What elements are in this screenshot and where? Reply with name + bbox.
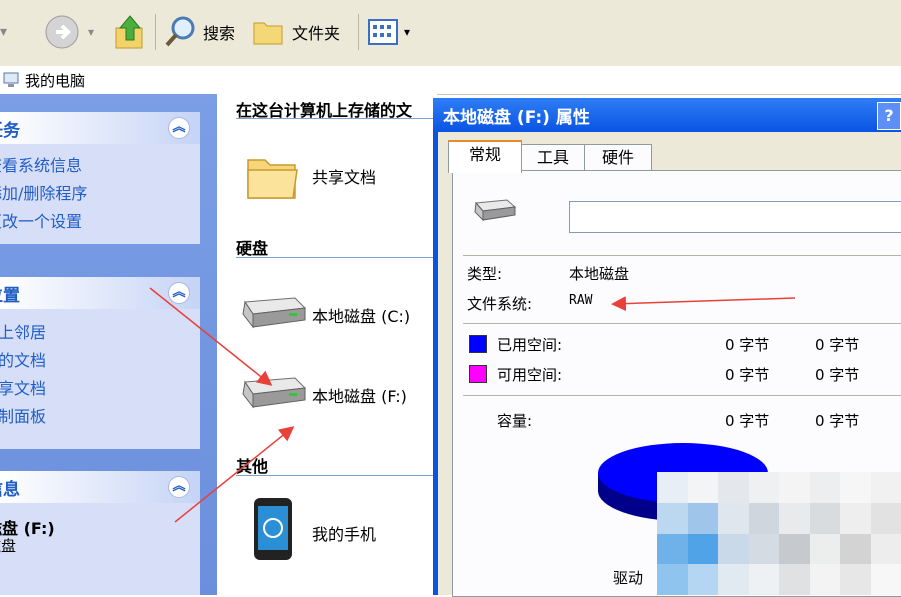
details-drive-type: 磁盘: [0, 537, 17, 555]
drive-f-label[interactable]: 本地磁盘 (F:): [312, 383, 407, 407]
search-label: 搜索: [203, 24, 236, 43]
filesystem-label: 文件系统:: [467, 295, 533, 313]
hard-drive-c-icon[interactable]: [239, 294, 307, 330]
tab-general[interactable]: 常规: [448, 140, 522, 173]
tasks-panel-title: 任务: [0, 120, 20, 141]
free-space-label: 可用空间:: [497, 366, 563, 384]
place-shared-documents[interactable]: 共享文档: [0, 375, 200, 403]
tab-tools[interactable]: 工具: [520, 144, 586, 171]
collapse-chevron-icon[interactable]: ︽: [168, 476, 190, 498]
dialog-title-bar[interactable]: 本地磁盘 (F:) 属性: [433, 98, 901, 132]
used-space-bytes: 0 字节: [725, 336, 770, 354]
type-label: 类型:: [467, 265, 503, 283]
volume-label-input[interactable]: [569, 201, 901, 233]
forward-button[interactable]: ▾: [42, 12, 94, 52]
free-space-swatch: [469, 365, 487, 383]
used-space-label: 已用空间:: [497, 336, 563, 354]
details-panel-header[interactable]: 信息 ︽: [0, 471, 200, 503]
task-change-setting[interactable]: 更改一个设置: [0, 208, 200, 236]
my-computer-icon: [3, 72, 19, 87]
places-panel: 位置 ︽ 网上邻居 我的文档 共享文档 控制面板: [0, 277, 200, 449]
drive-label: 驱动: [613, 569, 644, 587]
type-value: 本地磁盘: [569, 265, 630, 283]
capacity-label: 容量:: [497, 412, 533, 430]
places-panel-header[interactable]: 位置 ︽: [0, 277, 200, 309]
main-pane: 在这台计算机上存储的文 共享文档 硬盘 本地磁盘 (C:) 本地磁盘 (F:) …: [217, 94, 437, 595]
place-my-documents[interactable]: 我的文档: [0, 347, 200, 375]
task-pane: 任务 ︽ 查看系统信息 添加/删除程序 更改一个设置 位置 ︽ 网上邻居 我的文…: [0, 94, 217, 595]
back-button[interactable]: ▾: [0, 12, 7, 52]
folders-button[interactable]: 文件夹: [252, 12, 340, 52]
back-arrow-icon: ▾: [0, 24, 8, 40]
drive-c-label[interactable]: 本地磁盘 (C:): [312, 303, 410, 327]
folder-icon: [253, 22, 283, 45]
address-bar[interactable]: 我的电脑: [0, 66, 901, 95]
details-panel: 信息 ︽ 磁盘 (F:) 磁盘: [0, 471, 200, 595]
free-space-size: 0 字节: [815, 366, 860, 384]
task-add-remove-programs[interactable]: 添加/删除程序: [0, 180, 200, 208]
capacity-size: 0 字节: [815, 412, 860, 430]
tasks-panel-header[interactable]: 任务 ︽: [0, 112, 200, 144]
used-space-swatch: [469, 335, 487, 353]
toolbar: ▾ ▾ 搜索 文件夹 ▾: [0, 0, 901, 67]
free-space-bytes: 0 字节: [725, 366, 770, 384]
filesystem-value: RAW: [569, 293, 593, 308]
phone-label[interactable]: 我的手机: [312, 521, 376, 545]
help-button[interactable]: ?: [877, 102, 901, 130]
forward-arrow-icon: [45, 15, 79, 49]
place-control-panel[interactable]: 控制面板: [0, 403, 200, 431]
shared-folder-icon[interactable]: [245, 150, 301, 202]
shared-docs-label[interactable]: 共享文档: [312, 164, 376, 188]
group-hard-drives: 硬盘: [236, 239, 269, 258]
forward-dropdown-icon[interactable]: ▾: [88, 25, 94, 39]
pixelated-watermark: [657, 472, 901, 595]
places-panel-title: 位置: [0, 285, 20, 306]
collapse-chevron-icon[interactable]: ︽: [168, 117, 190, 139]
used-space-size: 0 字节: [815, 336, 860, 354]
up-folder-icon: [115, 15, 143, 49]
search-button[interactable]: 搜索: [163, 12, 235, 52]
place-network[interactable]: 网上邻居: [0, 319, 200, 347]
details-panel-title: 信息: [0, 479, 20, 500]
task-view-system-info[interactable]: 查看系统信息: [0, 152, 200, 180]
collapse-chevron-icon[interactable]: ︽: [168, 282, 190, 304]
up-folder-button[interactable]: [112, 12, 148, 52]
views-dropdown-icon: ▾: [404, 25, 411, 39]
tasks-panel: 任务 ︽ 查看系统信息 添加/删除程序 更改一个设置: [0, 112, 200, 244]
views-icon: [368, 19, 398, 45]
folders-label: 文件夹: [292, 24, 341, 43]
group-other: 其他: [236, 457, 269, 476]
dialog-title: 本地磁盘 (F:) 属性: [443, 107, 590, 128]
address-text: 我的电脑: [25, 71, 86, 90]
capacity-bytes: 0 字节: [725, 412, 770, 430]
drive-icon: [474, 199, 517, 222]
tab-hardware[interactable]: 硬件: [584, 144, 652, 171]
views-button[interactable]: ▾: [368, 12, 410, 52]
search-icon: [165, 16, 195, 47]
hard-drive-f-icon[interactable]: [239, 374, 307, 410]
phone-icon[interactable]: [252, 496, 294, 562]
details-drive-name: 磁盘 (F:): [0, 519, 55, 538]
